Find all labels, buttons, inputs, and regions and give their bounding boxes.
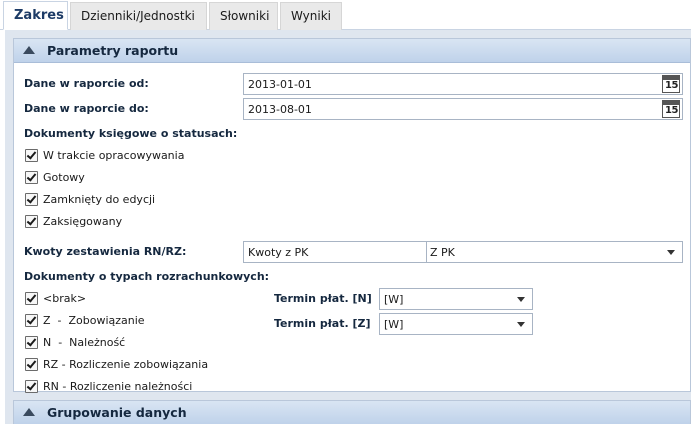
chevron-down-icon[interactable] bbox=[517, 322, 525, 327]
doc-types-label: Dokumenty o typach rozrachunkowych: bbox=[24, 270, 270, 283]
checkbox-label: <brak> bbox=[43, 292, 87, 305]
checkmark-icon bbox=[26, 380, 37, 391]
kwoty-value-2: Z PK bbox=[430, 246, 455, 259]
status-checkbox-row[interactable]: Zaksięgowany bbox=[25, 214, 225, 230]
collapse-arrow-icon[interactable] bbox=[23, 408, 35, 416]
section-parametry-raportu: Parametry raportu Dane w raporcie od: 20… bbox=[13, 38, 691, 395]
kwoty-value: Kwoty z PK bbox=[248, 246, 309, 259]
date-to-label: Dane w raporcie do: bbox=[24, 102, 149, 115]
checkbox[interactable] bbox=[25, 149, 38, 162]
content-panel: Parametry raportu Dane w raporcie od: 20… bbox=[5, 30, 691, 424]
checkbox[interactable] bbox=[25, 193, 38, 206]
section-title: Grupowanie danych bbox=[47, 405, 187, 420]
section-grupowanie-danych: Grupowanie danych bbox=[13, 400, 691, 424]
termin-z-select[interactable]: [W] bbox=[379, 313, 533, 335]
calendar-icon[interactable]: 15 bbox=[662, 100, 680, 118]
doc-type-checkbox-row[interactable]: RN - Rozliczenie należności bbox=[25, 379, 245, 395]
collapse-arrow-icon[interactable] bbox=[23, 46, 35, 54]
checkmark-icon bbox=[26, 314, 37, 325]
tab-slowniki[interactable]: Słowniki bbox=[209, 2, 278, 30]
checkbox[interactable] bbox=[25, 358, 38, 371]
checkmark-icon bbox=[26, 171, 37, 182]
tab-wyniki[interactable]: Wyniki bbox=[280, 2, 342, 30]
tab-bar: Zakres Dzienniki/Jednostki Słowniki Wyni… bbox=[0, 0, 691, 30]
status-checkbox-row[interactable]: Zamknięty do edycji bbox=[25, 192, 225, 208]
date-to-field[interactable]: 2013-08-01 15 bbox=[243, 98, 683, 120]
checkbox[interactable] bbox=[25, 314, 38, 327]
checkbox[interactable] bbox=[25, 171, 38, 184]
checkmark-icon bbox=[26, 336, 37, 347]
chevron-down-icon[interactable] bbox=[667, 250, 675, 255]
termin-z-label: Termin płat. [Z] bbox=[274, 317, 371, 330]
termin-n-value: [W] bbox=[384, 293, 404, 306]
checkbox[interactable] bbox=[25, 215, 38, 228]
termin-z-value: [W] bbox=[384, 318, 404, 331]
checkbox-label: RN - Rozliczenie należności bbox=[43, 380, 193, 393]
date-to-value: 2013-08-01 bbox=[248, 103, 312, 116]
date-from-value: 2013-01-01 bbox=[248, 78, 312, 91]
chevron-down-icon[interactable] bbox=[517, 297, 525, 302]
checkbox[interactable] bbox=[25, 292, 38, 305]
section-header-grupowanie[interactable]: Grupowanie danych bbox=[14, 401, 690, 424]
checkbox-label: Zaksięgowany bbox=[43, 215, 123, 228]
doc-type-checkbox-row[interactable]: N - Należność bbox=[25, 335, 245, 351]
doc-type-checkbox-row[interactable]: Z - Zobowiązanie bbox=[25, 313, 245, 329]
checkbox-label: W trakcie opracowywania bbox=[43, 149, 185, 162]
checkmark-icon bbox=[26, 193, 37, 204]
checkbox-label: RZ - Rozliczenie zobowiązania bbox=[43, 358, 209, 371]
checkbox-label: N - Należność bbox=[43, 336, 126, 349]
doc-type-checkbox-row[interactable]: <brak> bbox=[25, 291, 245, 307]
tab-zakres[interactable]: Zakres bbox=[3, 1, 68, 30]
checkbox-label: Zamknięty do edycji bbox=[43, 193, 156, 206]
termin-n-label: Termin płat. [N] bbox=[274, 292, 372, 305]
date-from-field[interactable]: 2013-01-01 15 bbox=[243, 73, 683, 95]
section-title: Parametry raportu bbox=[47, 43, 179, 58]
checkmark-icon bbox=[26, 149, 37, 160]
calendar-icon[interactable]: 15 bbox=[662, 75, 680, 93]
statuses-label: Dokumenty księgowe o statusach: bbox=[24, 127, 238, 140]
checkbox-label: Z - Zobowiązanie bbox=[43, 314, 145, 327]
kwoty-label: Kwoty zestawienia RN/RZ: bbox=[24, 245, 187, 258]
date-from-label: Dane w raporcie od: bbox=[24, 77, 149, 90]
status-checkbox-row[interactable]: Gotowy bbox=[25, 170, 225, 186]
checkmark-icon bbox=[26, 292, 37, 303]
termin-n-select[interactable]: [W] bbox=[379, 288, 533, 310]
kwoty-select[interactable]: Kwoty z PK Z PK bbox=[243, 241, 683, 263]
checkmark-icon bbox=[26, 215, 37, 226]
checkbox-label: Gotowy bbox=[43, 171, 85, 184]
status-checkbox-row[interactable]: W trakcie opracowywania bbox=[25, 148, 225, 164]
checkbox[interactable] bbox=[25, 380, 38, 393]
checkmark-icon bbox=[26, 358, 37, 369]
doc-type-checkbox-row[interactable]: RZ - Rozliczenie zobowiązania bbox=[25, 357, 245, 373]
checkbox[interactable] bbox=[25, 336, 38, 349]
section-header-parametry[interactable]: Parametry raportu bbox=[14, 39, 690, 63]
tab-dzienniki-jednostki[interactable]: Dzienniki/Jednostki bbox=[70, 2, 207, 30]
